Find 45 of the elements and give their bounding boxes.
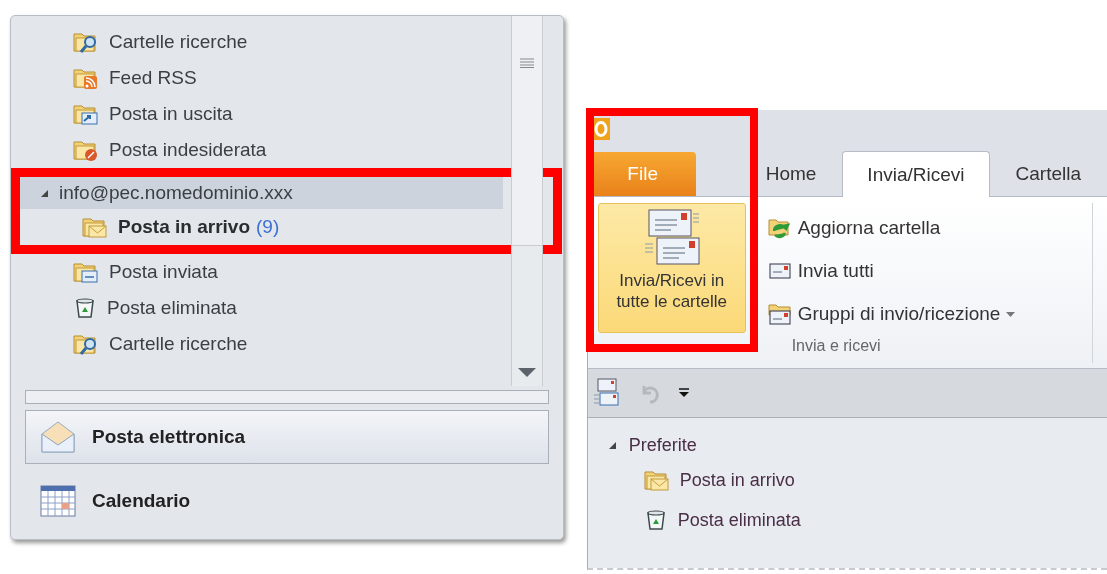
group-label: Invia e ricevi: [791, 337, 882, 355]
grip-icon: [519, 58, 534, 68]
refresh-folder-icon: [767, 217, 792, 239]
envelope-folder-icon: [643, 468, 670, 492]
scroll-down-arrow-icon[interactable]: [517, 368, 536, 378]
folder-item[interactable]: Posta indesiderata: [11, 132, 511, 168]
navigation-button[interactable]: Calendario: [25, 474, 549, 528]
envelope-icon: [40, 420, 76, 454]
envelope-folder-icon: [82, 215, 108, 239]
folder-item[interactable]: Cartelle ricerche: [11, 326, 511, 362]
folder-item[interactable]: Posta eliminata: [587, 500, 1107, 540]
folder-item[interactable]: Cartelle ricerche: [11, 24, 511, 60]
customize-caret-icon[interactable]: [677, 387, 690, 399]
account-header[interactable]: info@pec.nomedominio.xxx: [20, 177, 503, 209]
folder-envelope-icon: [767, 303, 792, 325]
ribbon-tab[interactable]: Invia/Ricevi: [842, 151, 990, 197]
junk-folder-icon: [73, 138, 99, 162]
send-receive-all-button[interactable]: Invia/Ricevi in tutte le cartelle: [597, 203, 746, 333]
search-folder-icon: [73, 332, 99, 356]
folder-item[interactable]: Feed RSS: [11, 60, 511, 96]
calendar-icon: [40, 484, 76, 518]
folder-item[interactable]: Posta inviata: [11, 254, 511, 290]
search-folder-icon: [73, 30, 99, 54]
rss-folder-icon: [73, 66, 99, 90]
ribbon-button[interactable]: Aggiorna cartella: [763, 209, 1020, 247]
favorites-header[interactable]: Preferite: [587, 430, 1107, 460]
send-envelope-icon: [767, 260, 792, 282]
folder-item[interactable]: Posta in uscita: [11, 96, 511, 132]
sent-folder-icon: [73, 260, 99, 284]
collapse-triangle-icon[interactable]: [40, 188, 49, 198]
outbox-folder-icon: [73, 102, 99, 126]
ribbon-tab[interactable]: Cartella: [989, 152, 1107, 196]
navigation-button[interactable]: Posta elettronica: [25, 410, 549, 464]
collapse-triangle-icon[interactable]: [607, 440, 617, 450]
envelopes-icon[interactable]: [593, 378, 620, 408]
scroll-thumb[interactable]: [511, 16, 542, 246]
folder-item[interactable]: Posta in arrivo: [587, 460, 1107, 500]
unread-count: (9): [256, 216, 280, 238]
ribbon-button[interactable]: Gruppi di invio/ricezione: [763, 295, 1020, 333]
trash-bin-icon: [73, 296, 97, 320]
scrollbar[interactable]: [510, 16, 543, 386]
ribbon-tab[interactable]: Home: [739, 152, 843, 196]
folder-item[interactable]: Posta in arrivo (9): [20, 209, 553, 245]
ribbon-button[interactable]: Invia tutti: [763, 252, 1020, 290]
folder-item[interactable]: Posta eliminata: [11, 290, 511, 326]
